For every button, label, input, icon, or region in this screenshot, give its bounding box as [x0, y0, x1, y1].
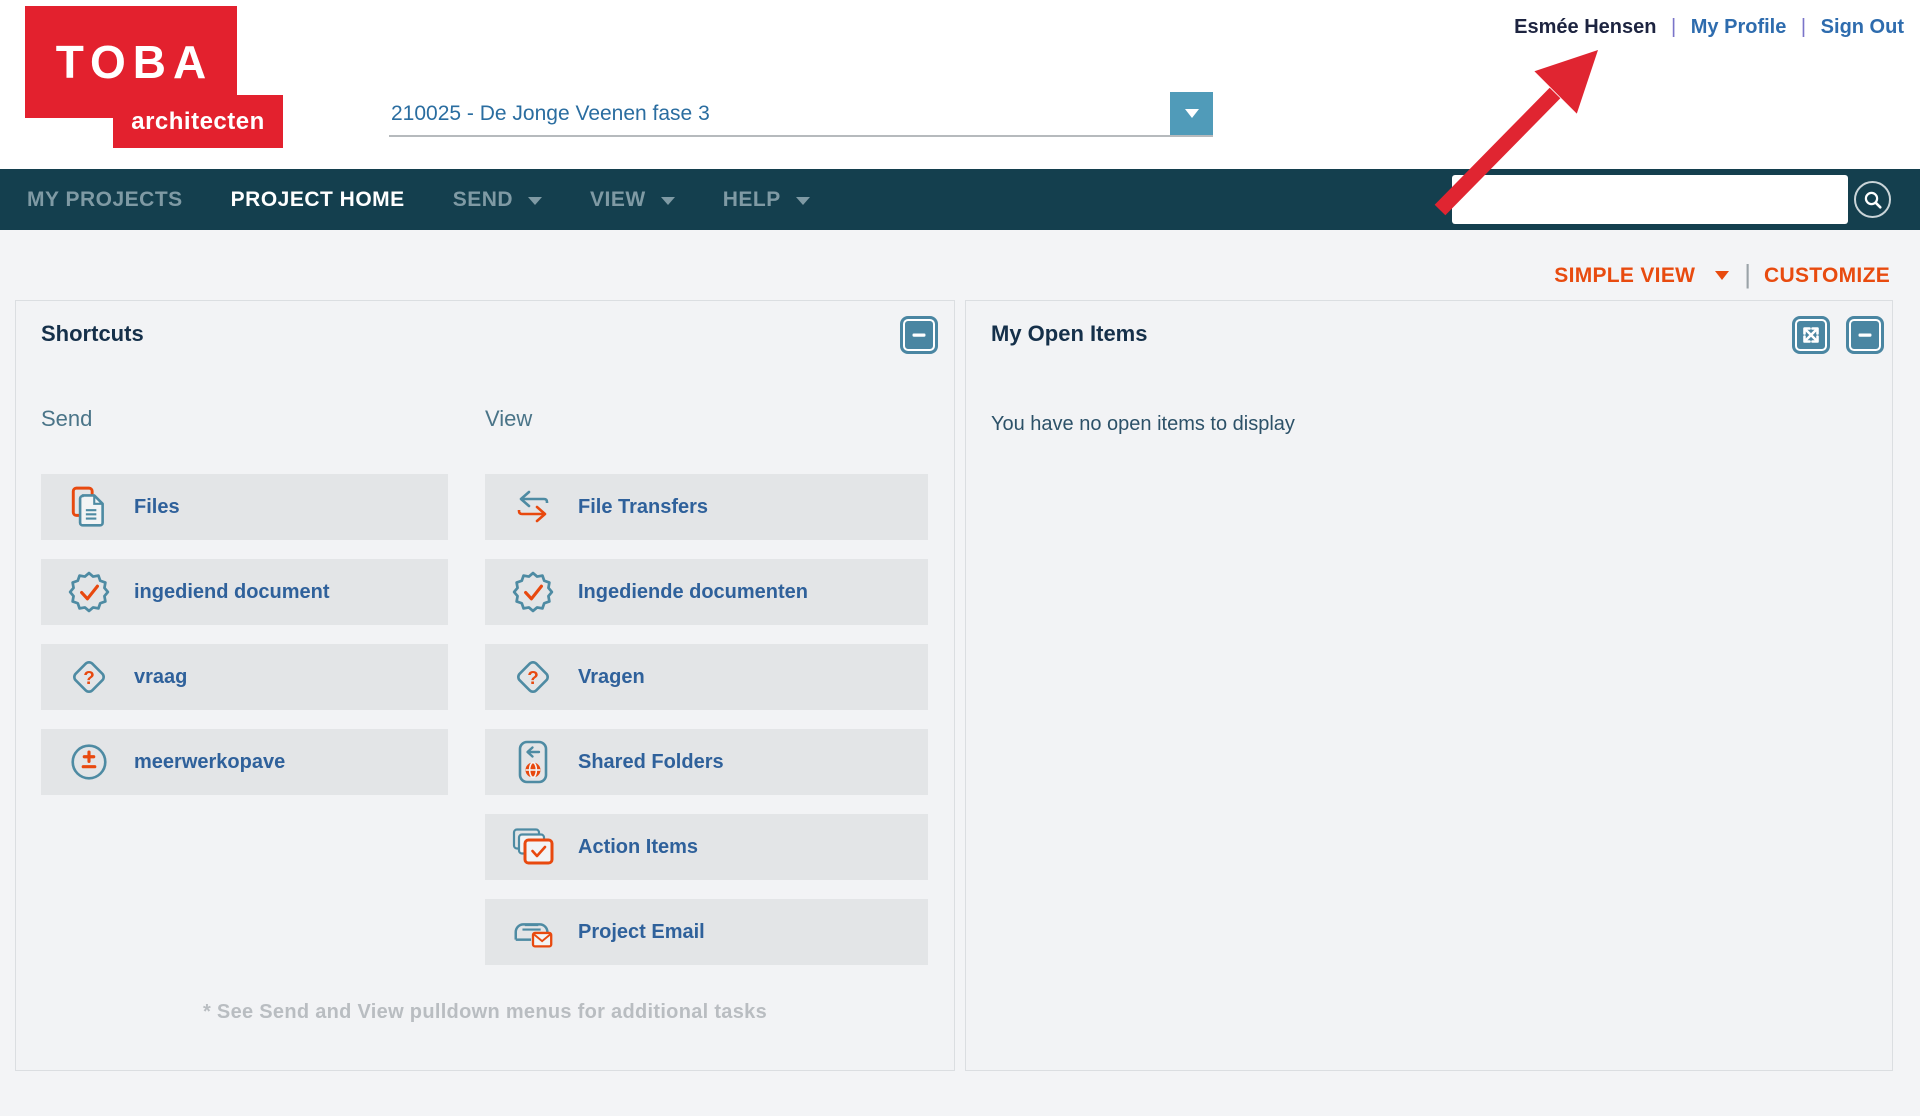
project-email-icon — [510, 909, 556, 955]
shortcut-label: Files — [134, 495, 180, 518]
nav-label: PROJECT HOME — [230, 187, 405, 211]
my-open-items-minimize-button[interactable] — [1846, 316, 1884, 354]
project-selector[interactable]: 210025 - De Jonge Veenen fase 3 — [389, 90, 1213, 137]
nav-label: VIEW — [590, 187, 646, 211]
simple-view-selector[interactable]: SIMPLE VIEW — [1554, 264, 1695, 288]
shortcut-label: File Transfers — [578, 495, 709, 518]
open-items-empty-message: You have no open items to display — [991, 413, 1295, 435]
shortcut-view-action-items[interactable]: Action Items — [485, 814, 928, 880]
page: TOBA architecten 210025 - De Jonge Veene… — [0, 0, 1920, 1116]
nav-send-menu[interactable]: SEND — [452, 187, 543, 212]
project-dropdown-button[interactable] — [1170, 92, 1213, 135]
search-icon — [1864, 191, 1882, 209]
send-column-heading: Send — [41, 406, 93, 431]
view-column-heading: View — [485, 406, 533, 431]
shortcut-label: ingediend document — [134, 580, 330, 603]
nav-help-menu[interactable]: HELP — [723, 188, 810, 212]
search-button[interactable] — [1854, 181, 1891, 218]
view-controls: SIMPLE VIEW | CUSTOMIZE — [1554, 259, 1890, 291]
shortcut-view-project-email[interactable]: Project Email — [485, 899, 928, 965]
chevron-down-icon[interactable] — [1715, 271, 1730, 280]
nav-label: MY PROJECTS — [27, 187, 183, 211]
shortcuts-panel: Shortcuts Send Files ingediend document … — [15, 300, 955, 1071]
shortcuts-send-column: Send Files ingediend document ? vraag me… — [41, 406, 448, 814]
minimize-icon — [912, 333, 926, 337]
shortcut-label: meerwerkopave — [134, 750, 286, 773]
seal-check-icon — [66, 569, 112, 615]
svg-text:?: ? — [83, 668, 95, 689]
logo-text-primary: TOBA — [55, 36, 214, 88]
my-profile-link[interactable]: My Profile — [1691, 16, 1787, 38]
chevron-down-icon — [1184, 109, 1199, 118]
customize-button[interactable]: CUSTOMIZE — [1764, 264, 1890, 288]
transfer-arrows-icon — [510, 484, 556, 530]
question-diamond-icon: ? — [510, 654, 556, 700]
seal-check-icon — [510, 569, 556, 615]
shortcut-label: Project Email — [578, 920, 705, 943]
shortcut-label: Ingediende documenten — [578, 580, 809, 603]
shortcuts-minimize-button[interactable] — [900, 316, 938, 354]
view-controls-separator: | — [1744, 259, 1752, 289]
user-bar: Esmée Hensen | My Profile | Sign Out — [1514, 16, 1904, 39]
shortcut-send-vraag[interactable]: ? vraag — [41, 644, 448, 710]
question-diamond-icon: ? — [66, 654, 112, 700]
sign-out-link[interactable]: Sign Out — [1821, 16, 1904, 38]
shared-folder-icon — [510, 739, 556, 785]
chevron-down-icon — [795, 196, 810, 205]
plus-minus-circle-icon — [66, 739, 112, 785]
svg-text:?: ? — [527, 668, 539, 689]
shortcuts-panel-title: Shortcuts — [41, 321, 144, 346]
nav-my-projects[interactable]: MY PROJECTS — [27, 188, 183, 212]
search-input[interactable] — [1452, 175, 1848, 224]
my-open-items-panel: My Open Items You have no open items to … — [965, 300, 1893, 1071]
shortcut-send-meerwerkopave[interactable]: meerwerkopave — [41, 729, 448, 795]
expand-icon — [1803, 327, 1819, 343]
shortcut-view-file-transfers[interactable]: File Transfers — [485, 474, 928, 540]
logo-text-secondary: architecten — [131, 107, 265, 135]
shortcut-send-files[interactable]: Files — [41, 474, 448, 540]
project-selector-value: 210025 - De Jonge Veenen fase 3 — [391, 102, 710, 125]
user-name: Esmée Hensen — [1514, 16, 1657, 38]
shortcut-view-shared-folders[interactable]: Shared Folders — [485, 729, 928, 795]
shortcut-label: Shared Folders — [578, 750, 724, 773]
user-bar-separator: | — [1671, 16, 1677, 38]
nav-label: SEND — [452, 187, 514, 211]
shortcuts-footnote: * See Send and View pulldown menus for a… — [202, 1001, 768, 1023]
shortcut-view-ingediende-documenten[interactable]: Ingediende documenten — [485, 559, 928, 625]
shortcut-label: Vragen — [578, 665, 645, 688]
action-items-icon — [510, 824, 556, 870]
chevron-down-icon — [660, 196, 675, 205]
chevron-down-icon — [528, 196, 543, 205]
shortcut-label: vraag — [134, 665, 188, 688]
nav-label: HELP — [722, 187, 781, 211]
minimize-icon — [1858, 333, 1872, 337]
nav-view-menu[interactable]: VIEW — [590, 188, 675, 212]
my-open-items-expand-button[interactable] — [1792, 316, 1830, 354]
toba-logo-subtitle: architecten — [113, 95, 283, 148]
shortcuts-view-column: View File Transfers Ingediende documente… — [485, 406, 928, 984]
user-bar-separator: | — [1800, 16, 1807, 38]
nav-project-home[interactable]: PROJECT HOME — [231, 188, 405, 212]
my-open-items-title: My Open Items — [991, 321, 1148, 346]
files-icon — [66, 484, 112, 530]
shortcut-label: Action Items — [578, 835, 699, 858]
shortcut-view-vragen[interactable]: ? Vragen — [485, 644, 928, 710]
shortcut-send-ingediend-document[interactable]: ingediend document — [41, 559, 448, 625]
